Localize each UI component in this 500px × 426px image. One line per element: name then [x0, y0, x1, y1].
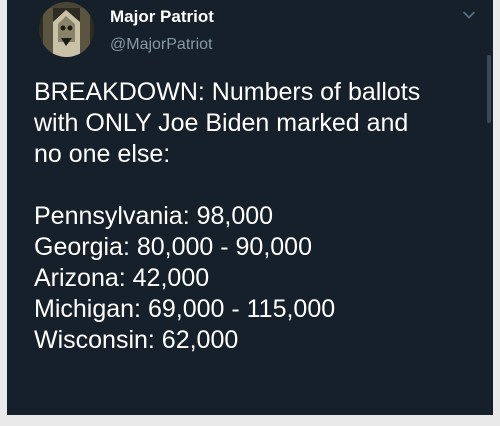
state-line-wisconsin: Wisconsin: 62,000 — [34, 326, 239, 354]
headline-line: no one else: — [34, 140, 171, 168]
state-line-pennsylvania: Pennsylvania: 98,000 — [34, 202, 274, 230]
avatar[interactable] — [39, 2, 94, 57]
state-line-georgia: Georgia: 80,000 - 90,000 — [34, 233, 312, 261]
chevron-down-icon[interactable] — [462, 8, 476, 22]
scrollbar[interactable] — [487, 55, 491, 123]
headline-line: BREAKDOWN: Numbers of ballots — [34, 78, 421, 106]
state-line-arizona: Arizona: 42,000 — [34, 264, 210, 292]
author-display-name[interactable]: Major Patriot — [110, 7, 214, 27]
author-handle[interactable]: @MajorPatriot — [110, 35, 213, 55]
headline-line: with ONLY Joe Biden marked and — [34, 109, 409, 137]
tweet-text: BREAKDOWN: Numbers of ballots with ONLY … — [34, 77, 484, 356]
tweet-card: Major Patriot @MajorPatriot BREAKDOWN: N… — [7, 0, 493, 415]
eagle-avatar-icon — [39, 2, 94, 57]
state-line-michigan: Michigan: 69,000 - 115,000 — [34, 295, 336, 323]
